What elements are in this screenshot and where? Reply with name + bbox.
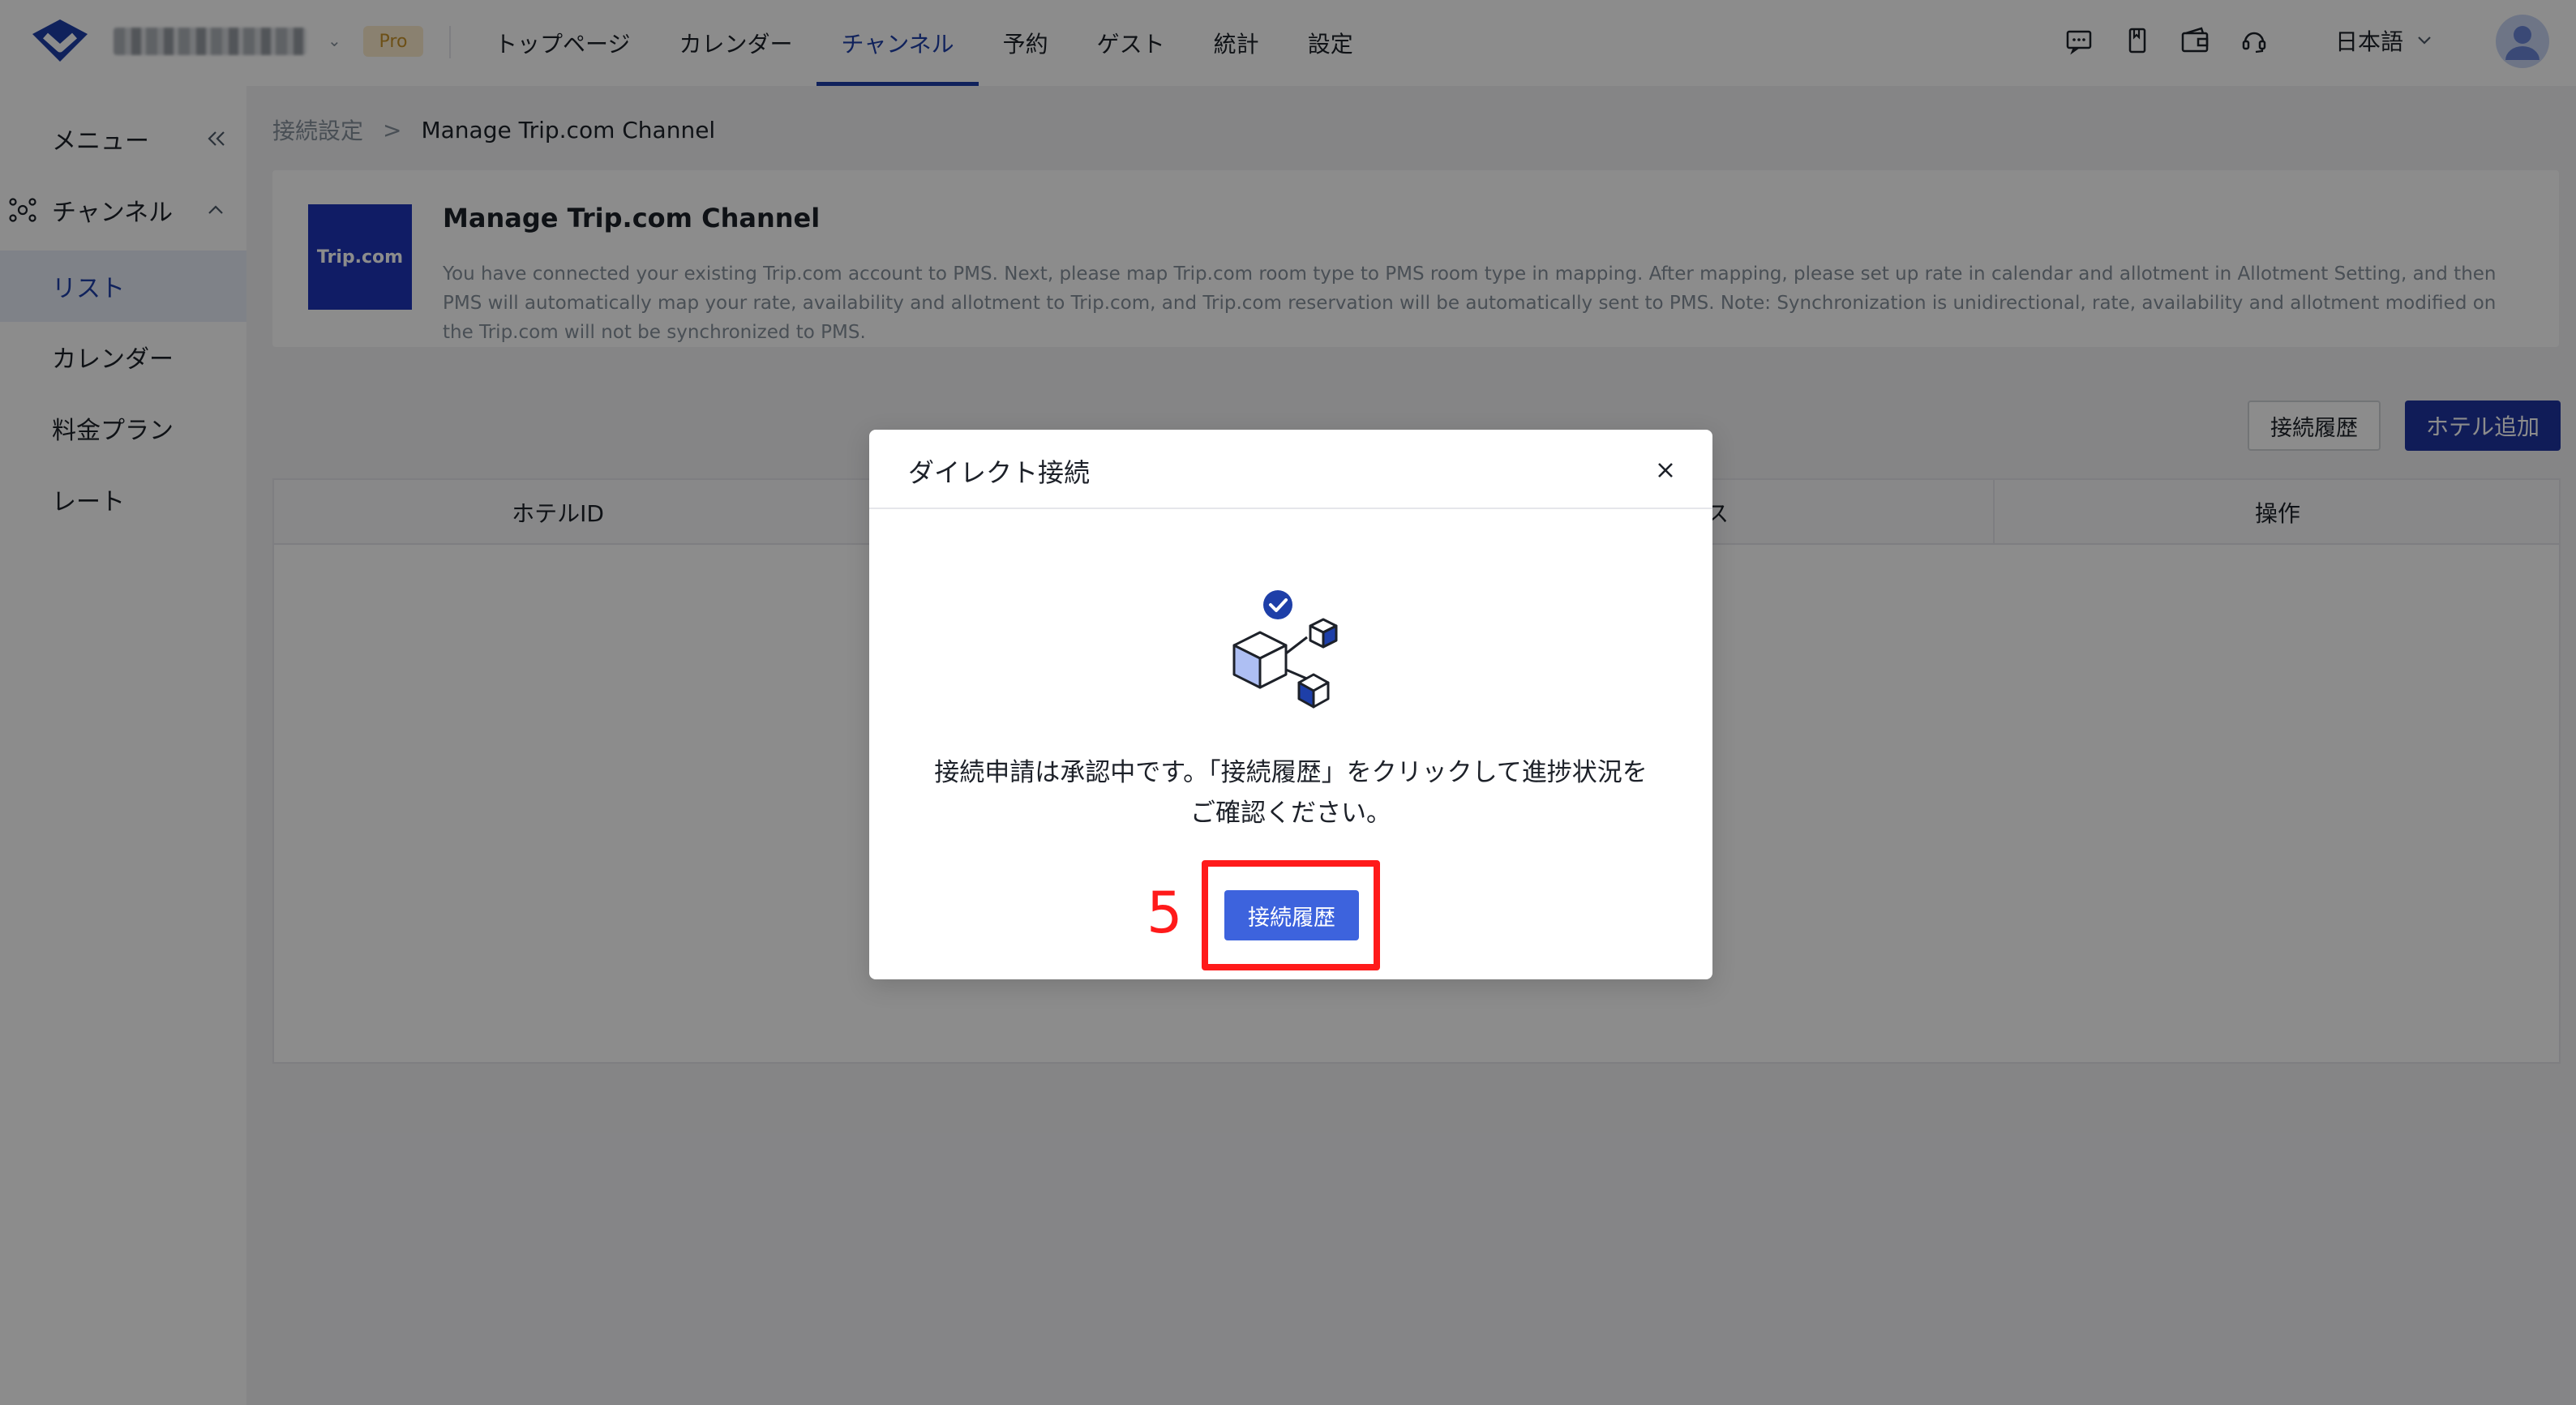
- modal-title: ダイレクト接続: [908, 457, 1091, 488]
- connected-cubes-icon: [1232, 590, 1338, 709]
- modal-message-line-2: ご確認ください。: [1190, 799, 1391, 828]
- modal-header: ダイレクト接続: [869, 430, 1712, 509]
- app-root: ⌄ Pro トップページ カレンダー チャンネル 予約 ゲスト 統計 設定 日本…: [0, 0, 2576, 1405]
- modal-message: 接続申請は承認中です。「接続履歴」をクリックして進捗状況を ご確認ください。: [902, 752, 1680, 833]
- close-icon[interactable]: [1649, 454, 1682, 486]
- direct-connection-modal: ダイレクト接続 接続申請は承認中です。「接続履歴」をクリックして進捗状況を ご確: [869, 430, 1712, 979]
- modal-connection-history-button[interactable]: 接続履歴: [1224, 890, 1359, 940]
- modal-message-line-1: 接続申請は承認中です。「接続履歴」をクリックして進捗状況を: [934, 758, 1648, 787]
- step-number-annotation: 5: [1147, 880, 1183, 946]
